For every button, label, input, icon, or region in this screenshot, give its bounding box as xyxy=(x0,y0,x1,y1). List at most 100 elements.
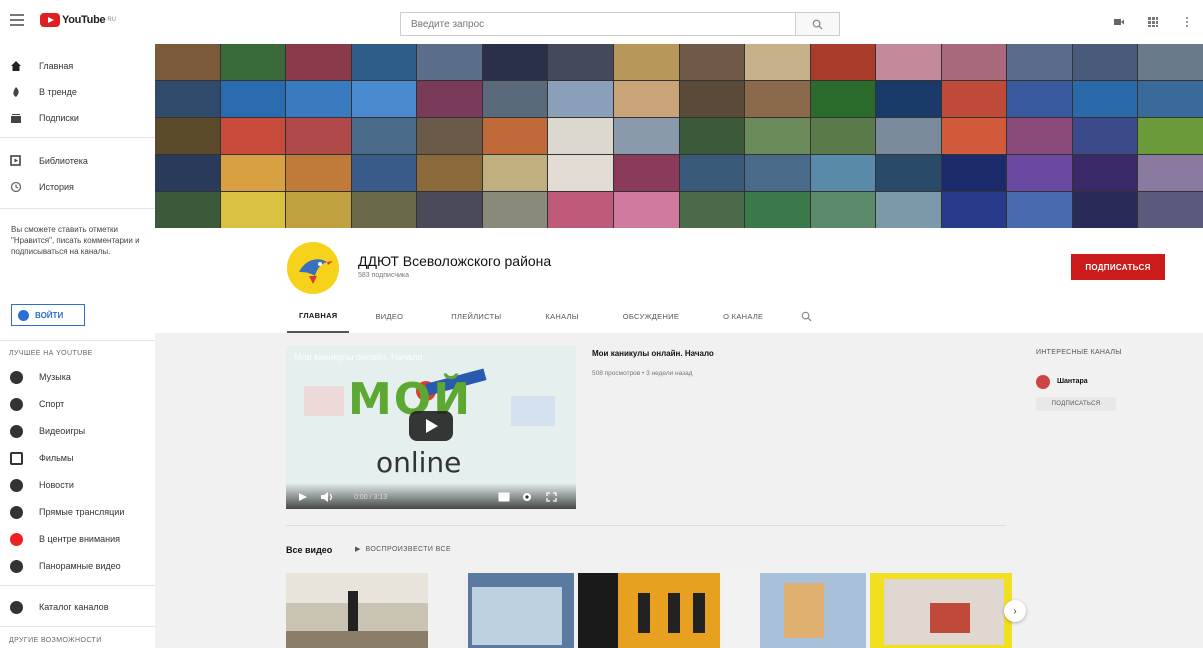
settings-icon[interactable] xyxy=(522,492,532,502)
account-icon xyxy=(18,309,29,321)
channel-banner xyxy=(155,44,1203,228)
sidebar-item-label: Каталог каналов xyxy=(39,602,109,612)
video-thumbnail[interactable] xyxy=(578,573,720,648)
video-time: 0:00 / 3:13 xyxy=(354,494,388,501)
video-thumbnail[interactable] xyxy=(724,573,866,648)
more-vert-icon[interactable] xyxy=(1181,15,1193,27)
channel-search-button[interactable] xyxy=(789,300,824,333)
sidebar-item-label: Видеоигры xyxy=(39,426,86,436)
sidebar-item-sport[interactable]: Спорт xyxy=(0,393,155,415)
sidebar-item-music[interactable]: Музыка xyxy=(0,366,155,388)
sidebar-divider xyxy=(0,340,155,341)
subtitles-icon[interactable] xyxy=(498,492,510,502)
sidebar-item-subscriptions[interactable]: Подписки xyxy=(0,107,155,129)
signin-button[interactable]: ВОЙТИ xyxy=(11,304,85,326)
play-all-label: ВОСПРОИЗВЕСТИ ВСЕ xyxy=(365,546,452,553)
sidebar-item-news[interactable]: Новости xyxy=(0,474,155,496)
sidebar-item-trending[interactable]: В тренде xyxy=(0,81,155,103)
related-subscribe-button[interactable]: ПОДПИСАТЬСЯ xyxy=(1036,397,1116,411)
tab-home[interactable]: ГЛАВНАЯ xyxy=(287,300,350,333)
search-input[interactable] xyxy=(400,12,796,36)
featured-video-player[interactable]: Мои каникулы онлайн. Начало МОЙ online 0… xyxy=(286,346,576,509)
related-channel-name[interactable]: Шантара xyxy=(1057,378,1088,385)
play-logo-icon xyxy=(40,13,60,27)
subscriptions-icon xyxy=(11,114,21,123)
volume-icon[interactable] xyxy=(320,492,336,502)
music-icon xyxy=(10,370,23,384)
sidebar-item-360[interactable]: Панорамные видео xyxy=(0,555,155,577)
sidebar-item-library[interactable]: Библиотека xyxy=(0,150,155,172)
sidebar-item-live[interactable]: Прямые трансляции xyxy=(0,501,155,523)
tab-discussion[interactable]: ОБСУЖДЕНИЕ xyxy=(611,300,691,333)
featured-video-title[interactable]: Мои каникулы онлайн. Начало xyxy=(592,349,714,358)
sidebar-item-gaming[interactable]: Видеоигры xyxy=(0,420,155,442)
all-videos-title: Все видео xyxy=(286,545,333,555)
shelf-next-button[interactable]: › xyxy=(1004,600,1026,622)
signin-prompt: Вы сможете ставить отметки "Нравится", п… xyxy=(11,225,140,256)
play-all-icon: ▶ xyxy=(355,546,366,553)
logo-text: YouTube xyxy=(62,14,106,26)
tab-playlists[interactable]: ПЛЕЙЛИСТЫ xyxy=(439,300,513,333)
channel-title: ДДЮТ Всеволожского района xyxy=(358,253,552,269)
live-icon xyxy=(10,505,23,519)
related-channel-avatar[interactable] xyxy=(1036,375,1050,389)
sidebar-item-spotlight[interactable]: В центре внимания xyxy=(0,528,155,550)
channel-content: Мои каникулы онлайн. Начало МОЙ online 0… xyxy=(155,333,1203,648)
top-icons xyxy=(1113,15,1193,27)
video-logo-word-online: online xyxy=(376,446,462,479)
play-button[interactable] xyxy=(409,411,453,441)
channel-tabs: ГЛАВНАЯ ВИДЕО ПЛЕЙЛИСТЫ КАНАЛЫ ОБСУЖДЕНИ… xyxy=(287,300,824,333)
search-button[interactable] xyxy=(796,12,840,36)
sidebar-item-movies[interactable]: Фильмы xyxy=(0,447,155,469)
video-shelf xyxy=(286,573,1012,648)
sidebar-item-label: В центре внимания xyxy=(39,534,121,544)
tab-channels[interactable]: КАНАЛЫ xyxy=(533,300,590,333)
sport-icon xyxy=(10,397,23,411)
fullscreen-icon[interactable] xyxy=(546,492,557,502)
sidebar-item-catalog[interactable]: Каталог каналов xyxy=(0,596,155,618)
search-bar xyxy=(400,12,840,36)
gaming-icon xyxy=(10,424,23,438)
sidebar-divider xyxy=(0,626,155,627)
panorama-icon xyxy=(10,559,23,573)
play-icon[interactable] xyxy=(298,492,308,502)
create-video-icon[interactable] xyxy=(1113,15,1125,27)
sidebar-item-label: Панорамные видео xyxy=(39,561,121,571)
content-divider xyxy=(286,525,1006,526)
sidebar-divider xyxy=(0,585,155,586)
search-icon xyxy=(812,19,823,30)
movies-icon xyxy=(10,451,23,465)
menu-icon[interactable] xyxy=(10,14,24,26)
subscribe-button[interactable]: ПОДПИСАТЬСЯ xyxy=(1071,254,1165,280)
featured-video-meta: 508 просмотров • 3 недели назад xyxy=(592,370,693,377)
sidebar-item-home[interactable]: Главная xyxy=(0,55,155,77)
signin-button-label: ВОЙТИ xyxy=(35,310,64,320)
sidebar-item-label: Новости xyxy=(39,480,74,490)
chevron-right-icon: › xyxy=(1013,605,1017,617)
logo-region: RU xyxy=(107,17,116,23)
more-from-youtube-title: ДРУГИЕ ВОЗМОЖНОСТИ xyxy=(9,637,102,644)
youtube-logo[interactable]: YouTube RU xyxy=(40,13,116,27)
top-bar: YouTube RU xyxy=(0,0,1203,44)
sidebar-item-label: Спорт xyxy=(39,399,65,409)
history-icon xyxy=(10,181,22,193)
play-all-button[interactable]: ▶ ВОСПРОИЗВЕСТИ ВСЕ xyxy=(355,545,451,553)
video-thumbnail[interactable] xyxy=(870,573,1012,648)
apps-icon[interactable] xyxy=(1147,15,1159,27)
video-overlay-title: Мои каникулы онлайн. Начало xyxy=(294,352,423,362)
library-icon xyxy=(10,155,21,166)
sidebar-divider xyxy=(0,208,155,209)
video-thumbnail[interactable] xyxy=(432,573,574,648)
subscriber-count: 583 подписчика xyxy=(358,272,410,279)
sidebar-item-label: История xyxy=(39,182,74,192)
sidebar-item-history[interactable]: История xyxy=(0,176,155,198)
sidebar-item-label: Библиотека xyxy=(39,156,88,166)
video-thumbnail[interactable] xyxy=(286,573,428,648)
video-controls: 0:00 / 3:13 xyxy=(286,483,576,509)
spotlight-icon xyxy=(10,532,23,546)
home-icon xyxy=(11,61,21,71)
tab-about[interactable]: О КАНАЛЕ xyxy=(711,300,775,333)
tab-videos[interactable]: ВИДЕО xyxy=(363,300,415,333)
channel-avatar[interactable] xyxy=(287,242,339,294)
news-icon xyxy=(10,478,23,492)
